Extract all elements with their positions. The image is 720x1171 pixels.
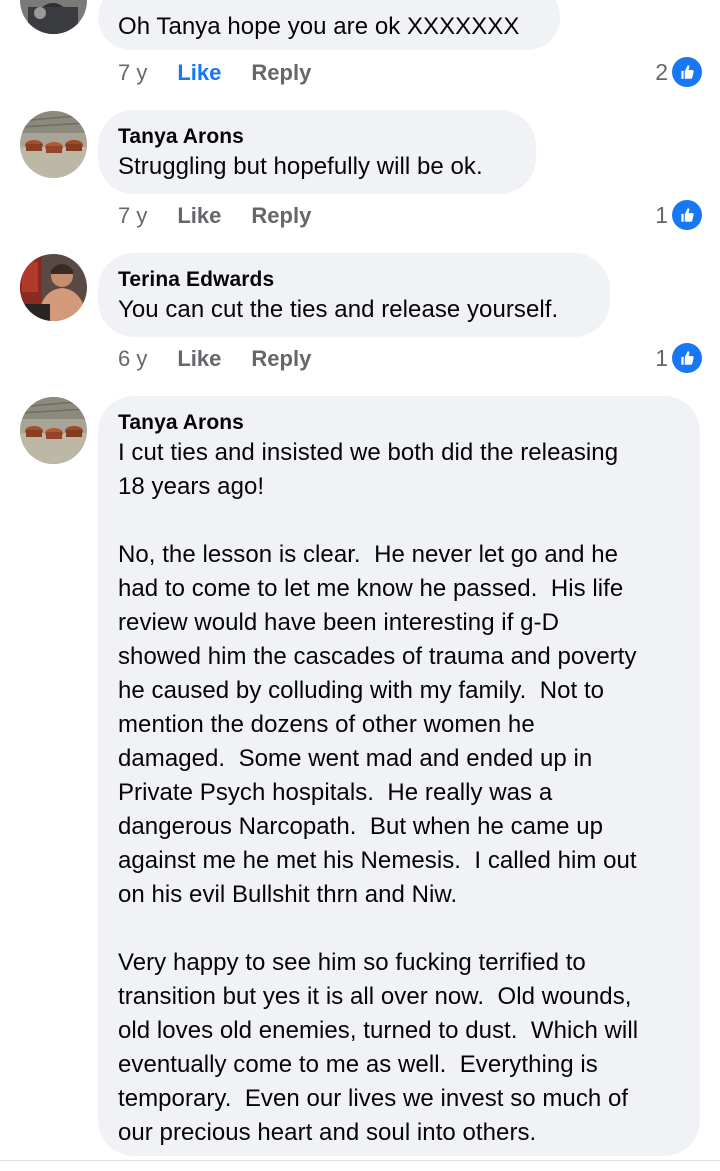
comment-timestamp[interactable]: 6 y [118,346,147,372]
comment-actions: 7 y Like Reply [118,200,311,232]
comment-bubble: Tanya Arons I cut ties and insisted we b… [98,396,700,1156]
thumbs-up-icon [672,57,702,87]
commenter-avatar[interactable] [20,254,87,321]
reply-button[interactable]: Reply [251,60,311,86]
thumbs-up-icon [672,200,702,230]
comment-text: Oh Tanya hope you are ok XXXXXXX [118,13,520,40]
comment-timestamp[interactable]: 7 y [118,60,147,86]
comment-bubble: Oh Tanya hope you are ok XXXXXXX [98,0,560,50]
reaction-summary[interactable]: 1 [655,199,702,231]
comment-text: I cut ties and insisted we both did the … [118,439,639,1146]
comment-thread: Oh Tanya hope you are ok XXXXXXX 7 y Lik… [0,0,720,1171]
reaction-count: 1 [655,344,668,371]
commenter-avatar[interactable] [20,397,87,464]
commenter-avatar[interactable] [20,111,87,178]
comment-actions: 7 y Like Reply [118,57,311,89]
like-button[interactable]: Like [177,203,221,229]
reaction-count: 1 [655,201,668,228]
reply-button[interactable]: Reply [251,203,311,229]
comment-author[interactable]: Tanya Arons [118,410,680,436]
reaction-summary[interactable]: 2 [655,56,702,88]
comment-text: You can cut the ties and release yoursel… [118,296,559,323]
comment-bubble: Tanya Arons Struggling but hopefully wil… [98,110,536,194]
reaction-summary[interactable]: 1 [655,342,702,374]
divider [0,1160,720,1161]
comment-text: Struggling but hopefully will be ok. [118,153,483,180]
comment-author[interactable]: Tanya Arons [118,124,516,150]
comment-author[interactable]: Terina Edwards [118,267,590,293]
thumbs-up-icon [672,343,702,373]
comment-bubble: Terina Edwards You can cut the ties and … [98,253,610,337]
commenter-avatar[interactable] [20,0,87,34]
like-button[interactable]: Like [177,346,221,372]
reaction-count: 2 [655,58,668,85]
comment-actions: 6 y Like Reply [118,343,311,375]
comment-timestamp[interactable]: 7 y [118,203,147,229]
reply-button[interactable]: Reply [251,346,311,372]
like-button[interactable]: Like [177,60,221,86]
